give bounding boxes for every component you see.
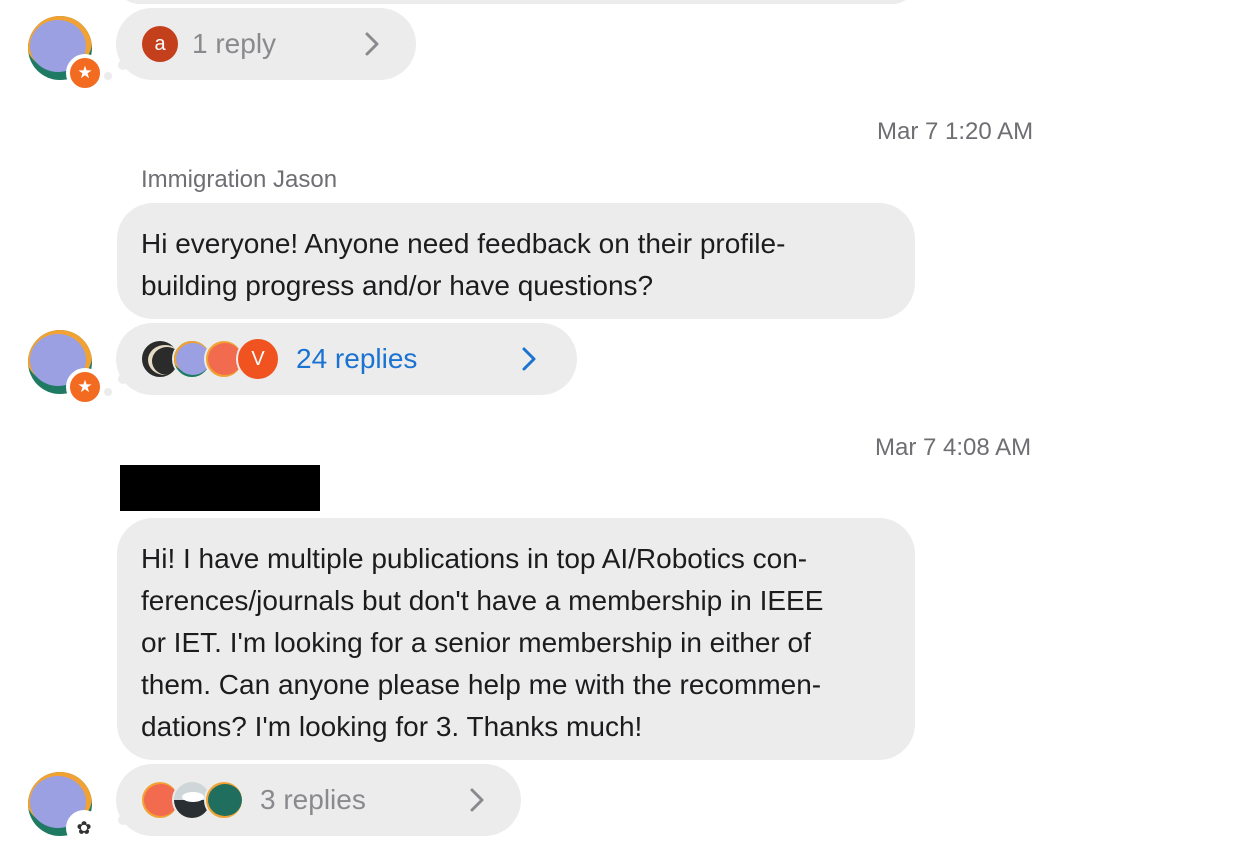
thread-replies-button[interactable]: 3 replies [116, 764, 521, 836]
star-icon: ★ [66, 54, 104, 92]
avatar-letter: V [251, 348, 265, 370]
previous-message-bubble [117, 0, 915, 4]
message-line: Hi! I have multiple publications in top … [141, 543, 808, 574]
message-line: ferences/journals but don't have a membe… [141, 585, 824, 616]
user-avatar[interactable]: ★ [28, 16, 104, 92]
message-bubble[interactable]: Hi! I have multiple publications in top … [117, 518, 915, 760]
message-timestamp: Mar 7 1:20 AM [877, 118, 1034, 145]
thread-replies-button[interactable]: a 1 reply [116, 8, 416, 80]
reply-count: 24 replies [296, 343, 418, 374]
replier-avatar: a [140, 24, 180, 64]
message-bubble[interactable]: Hi everyone! Anyone need feedback on the… [117, 203, 915, 319]
reply-count: 3 replies [260, 784, 366, 815]
thread-replies-button[interactable]: V 24 replies [116, 323, 577, 395]
redacted-sender-name [120, 465, 320, 511]
sender-name[interactable]: Immigration Jason [141, 166, 337, 194]
reply-count: 1 reply [192, 28, 277, 59]
bubble-tail [104, 388, 112, 396]
chevron-right-icon [522, 347, 536, 371]
community-icon: ✿ [66, 810, 102, 846]
message-line: Hi everyone! Anyone need feedback on the… [141, 228, 786, 259]
message-timestamp: Mar 7 4:08 AM [875, 434, 1032, 461]
bubble-tail [104, 72, 112, 80]
user-avatar[interactable]: ★ [28, 330, 104, 406]
avatar-letter: a [154, 33, 166, 55]
chevron-right-icon [470, 788, 484, 812]
message-line: them. Can anyone please help me with the… [141, 669, 822, 700]
replier-avatar: V [236, 337, 280, 381]
user-avatar[interactable]: ✿ [28, 772, 102, 846]
message-line: or IET. I'm looking for a senior members… [141, 627, 811, 658]
replier-avatar [204, 780, 244, 820]
message-line: dations? I'm looking for 3. Thanks much! [141, 711, 643, 742]
message-line: building progress and/or have questions? [141, 270, 654, 301]
chevron-right-icon [365, 32, 379, 56]
star-icon: ★ [66, 368, 104, 406]
